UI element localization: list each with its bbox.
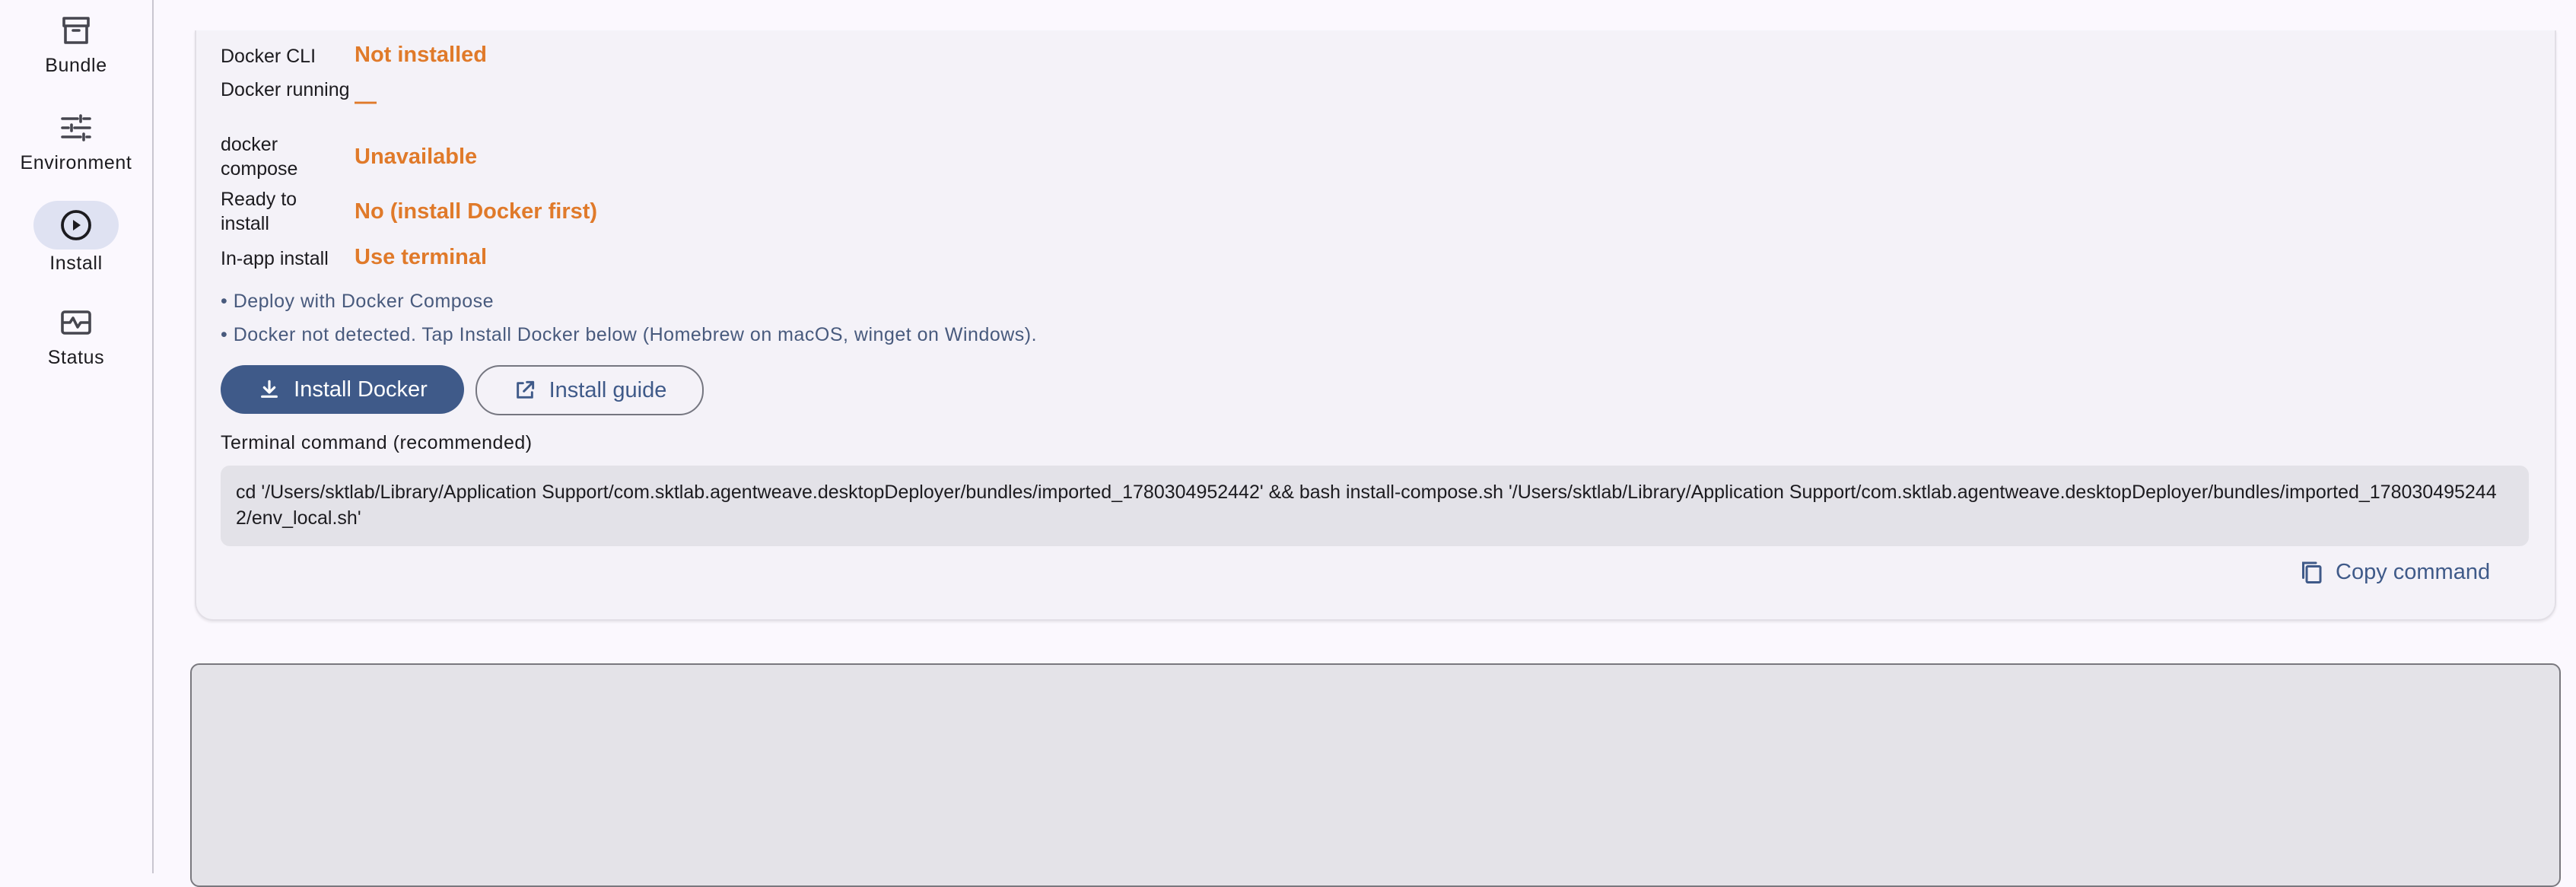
nav-item-install[interactable]: Install (0, 201, 152, 292)
terminal-command-heading: Terminal command (recommended) (221, 432, 533, 453)
monitor-heart-icon (61, 310, 91, 335)
nav-label-install: Install (49, 253, 103, 274)
docker-compose-label: docker compose (221, 134, 298, 180)
copy-icon (2302, 561, 2322, 583)
docker-cli-value: Not installed (355, 43, 488, 67)
install-guide-label: Install guide (549, 377, 667, 402)
nav-item-environment[interactable]: Environment (0, 103, 152, 195)
nav-pill-environment (33, 103, 119, 152)
nav-label-status: Status (47, 347, 105, 368)
note-deploy-compose: • Deploy with Docker Compose (221, 291, 494, 312)
copy-command-label: Copy command (2336, 559, 2491, 584)
nav-label-environment: Environment (20, 152, 132, 173)
open-in-new-icon (516, 380, 534, 399)
install-docker-label: Install Docker (294, 377, 428, 402)
ready-to-install-value: No (install Docker first) (355, 199, 598, 224)
log-output-panel (190, 663, 2561, 887)
docker-running-value: — (355, 90, 377, 114)
navigation-rail: Bundle Environment Install Status (0, 0, 154, 873)
nav-label-bundle: Bundle (45, 55, 107, 76)
nav-item-status[interactable]: Status (0, 298, 152, 389)
note-docker-not-detected: • Docker not detected. Tap Install Docke… (221, 324, 1038, 345)
nav-pill-status (33, 298, 119, 347)
in-app-install-value: Use terminal (355, 245, 488, 269)
docker-running-label: Docker running (221, 79, 350, 100)
ready-to-install-label: Ready to install (221, 189, 297, 234)
terminal-command-box: cd '/Users/sktlab/Library/Application Su… (221, 466, 2529, 546)
nav-pill-install (33, 201, 119, 250)
docker-cli-label: Docker CLI (221, 46, 316, 67)
play-circle-icon (61, 210, 91, 240)
nav-item-bundle[interactable]: Bundle (0, 6, 152, 97)
nav-pill-bundle (33, 6, 119, 55)
archive-icon (62, 17, 90, 44)
docker-compose-value: Unavailable (355, 145, 478, 169)
tune-icon (61, 114, 91, 141)
install-docker-button[interactable]: Install Docker (221, 365, 464, 414)
install-guide-button[interactable]: Install guide (475, 365, 704, 415)
terminal-command-text: cd '/Users/sktlab/Library/Application Su… (236, 482, 2497, 529)
download-icon (261, 380, 278, 398)
copy-command-button[interactable]: Copy command (2298, 555, 2490, 589)
in-app-install-label: In-app install (221, 248, 329, 269)
